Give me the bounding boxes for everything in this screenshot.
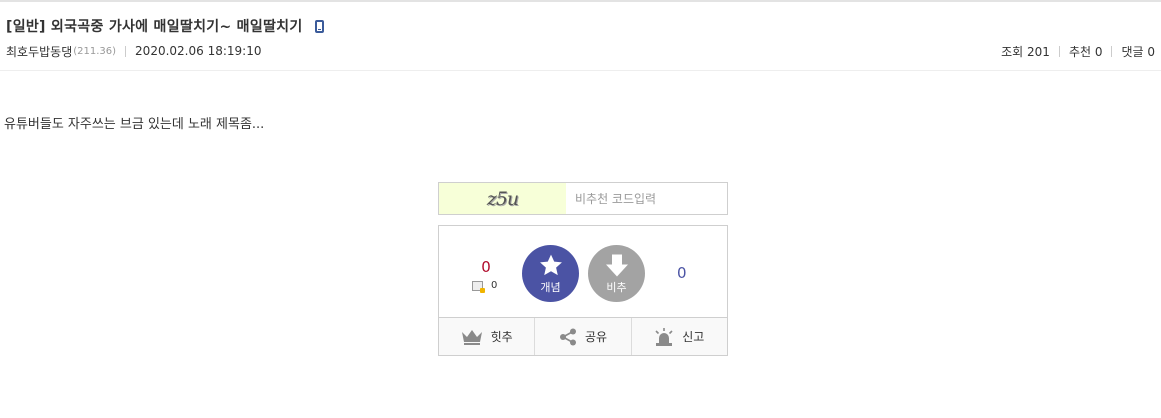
view-count: 조회 201 [1001, 44, 1050, 59]
post-meta: 최호두밥동댕 (211.36) 2020.02.06 18:19:10 조회 2… [6, 42, 1155, 60]
downvote-count: 0 [677, 264, 687, 282]
fix-recommend: 0 [472, 280, 498, 293]
post-body: 유튜버들도 자주쓰는 브금 있는데 노래 제목좀... [4, 117, 265, 132]
share-button[interactable]: 공유 [534, 318, 630, 355]
comment-count[interactable]: 댓글 0 [1121, 43, 1155, 60]
post-actions: 힛추 공유 신고 [439, 317, 727, 355]
fix-recommend-count: 0 [491, 280, 498, 291]
share-label: 공유 [584, 330, 608, 344]
top-border [0, 0, 1161, 2]
post-date: 2020.02.06 18:19:10 [135, 44, 262, 58]
crown-icon [461, 329, 482, 345]
header-divider [0, 70, 1161, 71]
captcha-image[interactable]: z5u [439, 183, 566, 214]
separator [1058, 45, 1060, 57]
share-icon [559, 328, 576, 345]
captcha-input[interactable] [566, 183, 727, 214]
post-title: [일반] 외국곡중 가사에 매일딸치기~ 매일딸치기 [6, 19, 303, 35]
report-button[interactable]: 신고 [630, 318, 727, 355]
report-label: 신고 [682, 330, 705, 344]
upvote-label: 개념 [540, 281, 561, 294]
separator [1111, 45, 1113, 57]
recommend-count: 추천 0 [1068, 44, 1103, 59]
vote-box: 0 0 개념 비추 0 힛추 공유 신고 [438, 225, 728, 356]
arrow-down-icon [605, 254, 628, 277]
downvote-label: 비추 [606, 281, 627, 294]
upvote-count: 0 [481, 258, 491, 276]
captcha-box: z5u [438, 182, 728, 215]
star-icon [539, 254, 562, 276]
downvote-button[interactable]: 비추 [588, 245, 645, 302]
author-ip: (211.36) [73, 45, 117, 57]
separator [125, 45, 127, 57]
post-stats: 조회 201 추천 0 댓글 0 [1001, 43, 1155, 60]
captcha-code: z5u [486, 187, 519, 210]
hit-recommend-label: 힛추 [490, 330, 513, 344]
hit-recommend-button[interactable]: 힛추 [439, 318, 534, 355]
upvote-button[interactable]: 개념 [522, 245, 579, 302]
post-title-row: [일반] 외국곡중 가사에 매일딸치기~ 매일딸치기 [6, 15, 324, 37]
author-nickname[interactable]: 최호두밥동댕 [6, 43, 72, 60]
siren-icon [655, 327, 673, 346]
fix-recommend-icon [472, 280, 485, 293]
mobile-icon [314, 19, 324, 33]
